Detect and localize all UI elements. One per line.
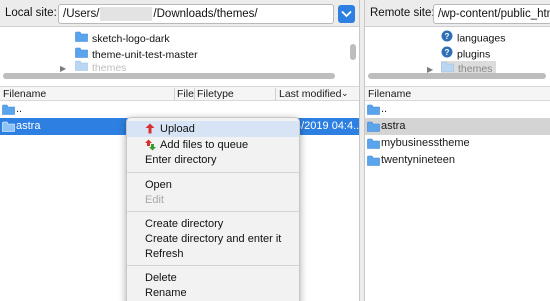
menu-separator (127, 211, 299, 212)
folder-icon (2, 121, 15, 138)
remote-site-path-input[interactable]: /wp-content/public_htm (433, 4, 550, 24)
tree-vertical-scrollbar[interactable] (350, 44, 356, 60)
menu-separator (127, 172, 299, 173)
svg-text:?: ? (445, 32, 450, 41)
local-path-prefix: /Users/ (63, 8, 100, 20)
sort-descending-icon[interactable]: ⌄ (341, 87, 349, 100)
file-name: twentynineteen (381, 154, 455, 166)
local-site-bar: Local site: /Users/ /Downloads/themes/ (0, 0, 359, 27)
tree-item[interactable]: ? plugins (441, 46, 490, 62)
menu-item-edit: Edit (145, 194, 164, 206)
svg-text:?: ? (445, 48, 450, 57)
menu-item-create-directory-and-enter[interactable]: Create directory and enter it (127, 231, 299, 247)
tree-item[interactable]: ? languages (441, 30, 505, 46)
column-filetype[interactable]: Filetype (197, 88, 234, 101)
menu-item-create-directory[interactable]: Create directory (127, 216, 299, 232)
local-site-dropdown-button[interactable] (338, 5, 355, 23)
column-separator (275, 88, 276, 100)
menu-item-upload[interactable]: Upload (127, 121, 299, 137)
menu-item-rename[interactable]: Rename (127, 285, 299, 301)
remote-file-row[interactable]: twentynineteen (365, 152, 550, 169)
menu-separator (127, 265, 299, 266)
tree-item[interactable]: sketch-logo-dark (75, 31, 170, 47)
menu-item-refresh[interactable]: Refresh (127, 246, 299, 262)
tree-horizontal-scrollbar[interactable] (3, 73, 335, 79)
file-name: .. (16, 103, 23, 115)
file-name: mybusinesstheme (381, 137, 470, 149)
local-path-suffix: /Downloads/themes/ (153, 8, 258, 20)
remote-file-row[interactable]: .. (365, 101, 550, 118)
remote-site-pane: Remote site: /wp-content/public_htm ? lan… (364, 0, 550, 301)
column-filename[interactable]: Filename (368, 88, 411, 101)
column-filesize[interactable]: File (177, 88, 194, 101)
remote-file-row[interactable]: mybusinesstheme (365, 135, 550, 152)
column-separator (174, 88, 175, 100)
local-site-path-input[interactable]: /Users/ /Downloads/themes/ (58, 4, 334, 24)
remote-site-bar: Remote site: /wp-content/public_htm (365, 0, 550, 27)
folder-icon (75, 31, 88, 47)
menu-item-enter-directory[interactable]: Enter directory (127, 152, 299, 168)
folder-icon (367, 155, 380, 172)
column-filename[interactable]: Filename (3, 88, 46, 101)
local-file-row[interactable]: .. (0, 101, 359, 118)
file-last-modified: 4/2019 04:4... (295, 120, 360, 132)
local-site-label: Local site: (5, 7, 57, 19)
menu-item-add-files-to-queue[interactable]: Add files to queue (127, 137, 299, 153)
menu-item-open[interactable]: Open (127, 177, 299, 193)
unknown-folder-icon: ? (441, 30, 453, 47)
remote-file-row[interactable]: astra (365, 118, 550, 135)
file-name: astra (16, 120, 41, 132)
local-file-list-header: Filename File Filetype Last modified ⌄ (0, 86, 359, 101)
remote-site-label: Remote site: (370, 7, 435, 19)
column-last-modified[interactable]: Last modified (279, 88, 341, 101)
disclosure-triangle-icon[interactable]: ▶ (60, 64, 66, 73)
remote-file-list-header: Filename (365, 86, 550, 101)
file-name: astra (381, 120, 406, 132)
context-menu: Upload Add files to queue Enter director… (126, 117, 300, 301)
menu-item-delete[interactable]: Delete (127, 270, 299, 286)
column-separator (194, 88, 195, 100)
file-name: .. (381, 103, 388, 115)
local-path-redacted (100, 6, 153, 21)
chevron-down-icon (341, 10, 352, 18)
tree-horizontal-scrollbar[interactable] (368, 73, 546, 79)
